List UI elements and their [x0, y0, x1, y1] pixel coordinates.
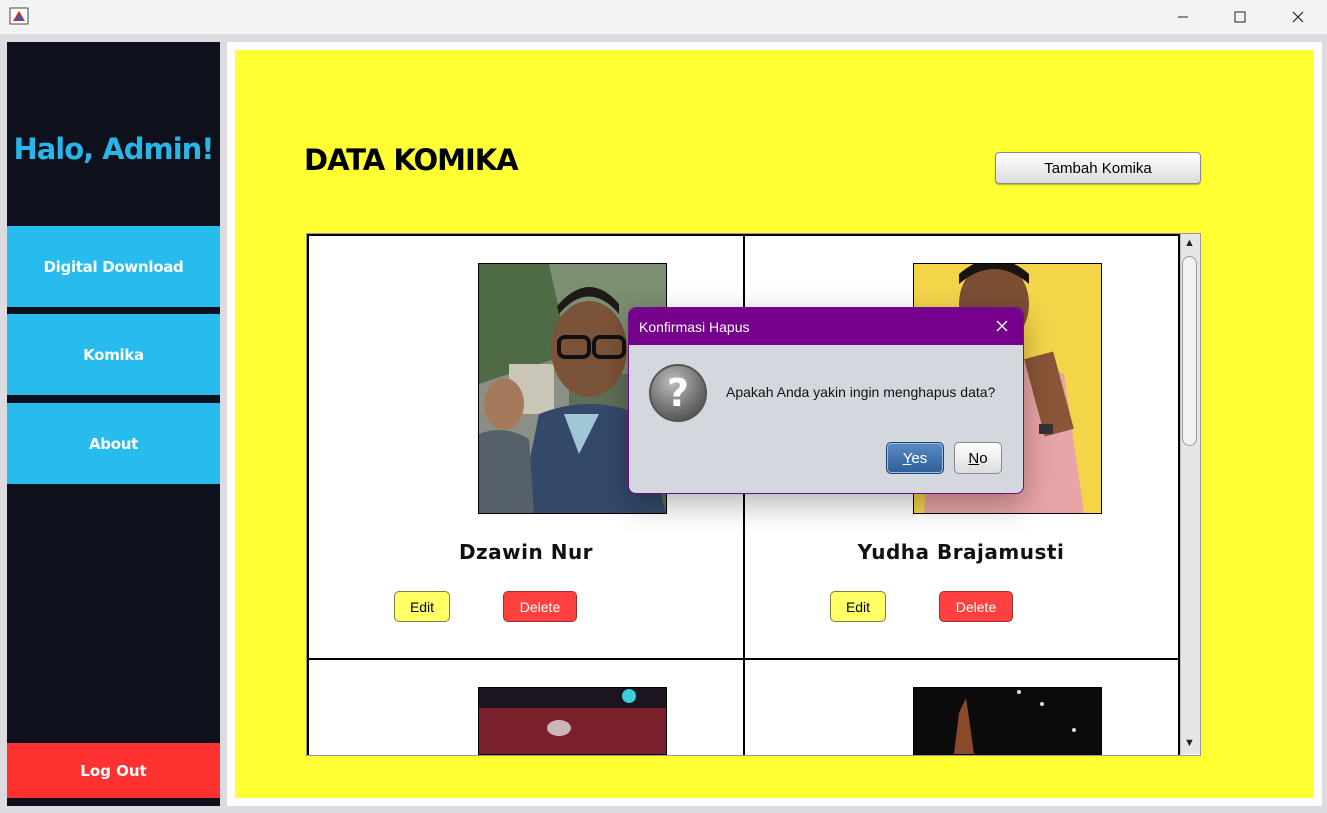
komika-name: Dzawin Nur — [458, 540, 594, 564]
delete-button[interactable]: Delete — [939, 591, 1013, 622]
greeting-text: Halo, Admin! — [13, 132, 214, 166]
add-komika-button[interactable]: Tambah Komika — [995, 152, 1201, 184]
page-title: DATA KOMIKA — [304, 143, 519, 177]
sidebar-item-komika[interactable]: Komika — [7, 314, 220, 395]
minimize-button[interactable] — [1154, 0, 1212, 34]
close-window-button[interactable] — [1269, 0, 1327, 34]
photo-komika-4 — [914, 688, 1101, 754]
komika-name: Yudha Brajamusti — [857, 540, 1065, 564]
sidebar-item-label: About — [88, 434, 138, 453]
edit-button[interactable]: Edit — [830, 591, 886, 622]
dialog-message: Apakah Anda yakin ingin menghapus data? — [726, 384, 996, 400]
maximize-button[interactable] — [1211, 0, 1269, 34]
edit-button[interactable]: Edit — [394, 591, 450, 622]
question-icon: ? — [649, 364, 707, 422]
no-button[interactable]: No — [954, 442, 1002, 474]
yes-label: Yes — [902, 449, 928, 467]
scrollbar-thumb[interactable] — [1182, 256, 1197, 446]
dialog-title: Konfirmasi Hapus — [639, 319, 750, 335]
minimize-icon — [1178, 16, 1188, 18]
sidebar-item-about[interactable]: About — [7, 403, 220, 484]
scroll-up-arrow-icon[interactable]: ▲ — [1180, 234, 1199, 252]
yes-button[interactable]: Yes — [886, 442, 944, 474]
close-icon — [1292, 11, 1304, 23]
sidebar-item-label: Komika — [83, 345, 144, 364]
close-icon — [996, 320, 1008, 332]
sidebar-item-digital-download[interactable]: Digital Download — [7, 226, 220, 307]
maximize-icon — [1234, 11, 1246, 23]
no-label: No — [968, 449, 988, 467]
dialog-close-button[interactable] — [991, 315, 1013, 337]
sidebar: Halo, Admin! Digital Download Komika Abo… — [7, 42, 220, 806]
scroll-down-arrow-icon[interactable]: ▼ — [1180, 734, 1199, 752]
komika-card — [307, 658, 745, 755]
sidebar-item-label: Digital Download — [43, 257, 184, 276]
dialog-titlebar: Konfirmasi Hapus — [629, 308, 1023, 345]
komika-card — [743, 658, 1180, 755]
java-app-icon — [9, 7, 29, 25]
komika-photo — [478, 687, 667, 755]
komika-photo — [913, 687, 1102, 755]
confirm-delete-dialog: Konfirmasi Hapus ? Apakah Anda yakin ing… — [628, 307, 1024, 494]
window-titlebar — [0, 0, 1327, 34]
logout-label: Log Out — [80, 761, 147, 780]
logout-button[interactable]: Log Out — [7, 743, 220, 798]
delete-button[interactable]: Delete — [503, 591, 577, 622]
photo-komika-3 — [479, 688, 666, 754]
